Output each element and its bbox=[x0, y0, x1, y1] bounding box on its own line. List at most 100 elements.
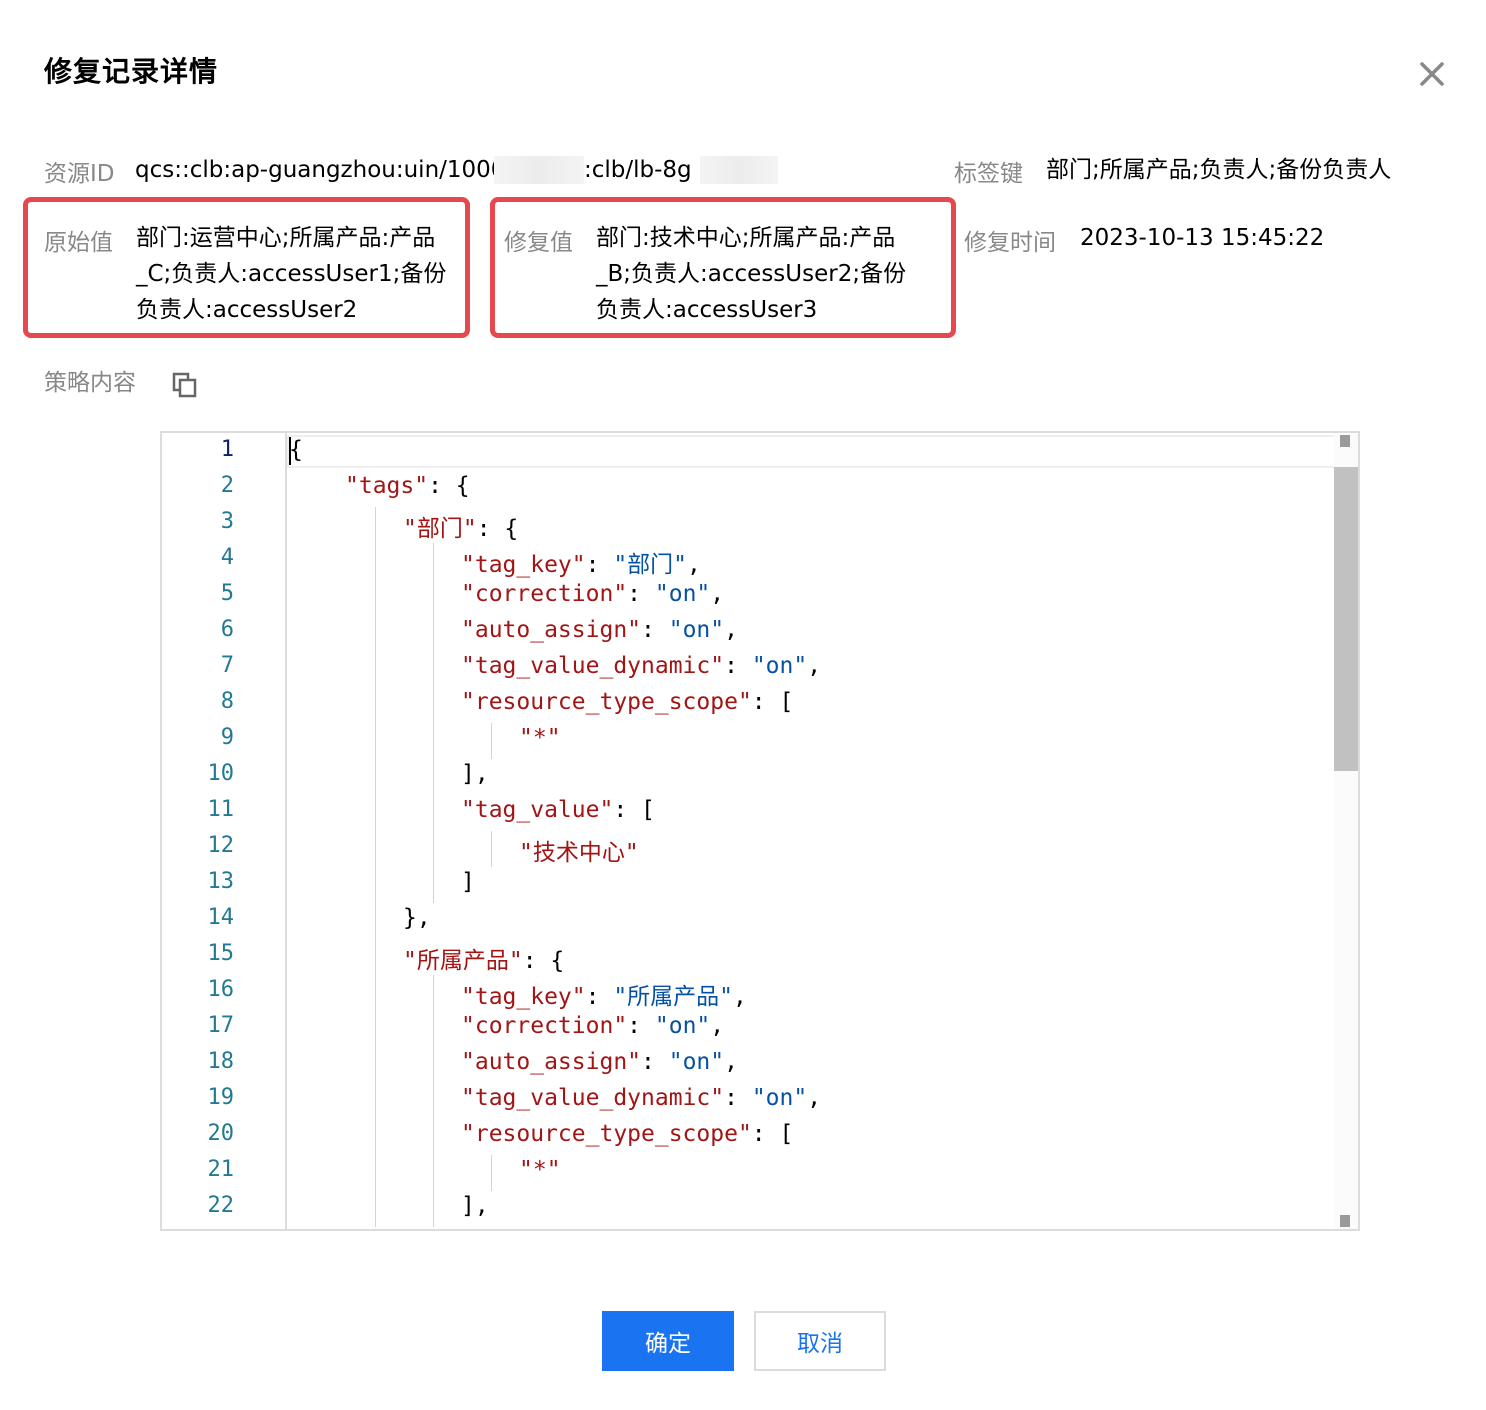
indent-guide bbox=[433, 723, 434, 759]
line-number: 19 bbox=[207, 1085, 235, 1110]
fixed-value-line: _B;负责人:accessUser2;备份 bbox=[596, 261, 907, 287]
json-string-token: "on" bbox=[668, 1049, 725, 1075]
json-key-token: "部门" bbox=[403, 516, 477, 542]
json-punct-token: , bbox=[724, 617, 738, 643]
line-number: 9 bbox=[220, 725, 234, 750]
json-string-token: "on" bbox=[668, 617, 725, 643]
line-number: 21 bbox=[207, 1157, 235, 1182]
indent-guide bbox=[375, 867, 376, 903]
code-line: "tag_key": "所属产品", bbox=[461, 977, 747, 1011]
code-line: "技术中心" bbox=[519, 833, 639, 867]
scroll-up-arrow[interactable] bbox=[1340, 435, 1350, 447]
indent-guide bbox=[375, 543, 376, 579]
current-line-highlight bbox=[287, 435, 1357, 468]
copy-button[interactable] bbox=[172, 372, 198, 398]
json-punct-token: ] bbox=[461, 869, 475, 895]
code-line: "tag_value_dynamic": "on", bbox=[461, 653, 821, 679]
line-number: 13 bbox=[207, 869, 235, 894]
indent-guide bbox=[433, 1011, 434, 1047]
line-number: 4 bbox=[220, 545, 234, 570]
indent-guide bbox=[375, 1011, 376, 1047]
json-punct-token: : { bbox=[522, 948, 565, 974]
indent-guide bbox=[375, 831, 376, 867]
code-line: "auto_assign": "on", bbox=[461, 617, 738, 643]
repair-record-dialog: 修复记录详情 资源ID qcs::clb:ap-guangzhou:uin/10… bbox=[0, 0, 1486, 1410]
indent-guide bbox=[491, 831, 492, 867]
original-value-label: 原始值 bbox=[44, 230, 113, 256]
line-number: 20 bbox=[207, 1121, 235, 1146]
editor-scrollbar[interactable] bbox=[1334, 433, 1358, 1229]
json-punct-token: }, bbox=[403, 905, 431, 931]
indent-guide bbox=[433, 1119, 434, 1155]
indent-guide bbox=[375, 759, 376, 795]
indent-guide bbox=[491, 1155, 492, 1191]
fixed-value-line: 负责人:accessUser3 bbox=[596, 297, 818, 323]
json-string-token: "on" bbox=[751, 1085, 808, 1111]
indent-guide bbox=[375, 975, 376, 1011]
code-line: "correction": "on", bbox=[461, 1013, 724, 1039]
code-line: "tag_key": "部门", bbox=[461, 545, 701, 579]
close-button[interactable] bbox=[1414, 56, 1450, 92]
resource-id-value-part1: qcs::clb:ap-guangzhou:uin/10002 bbox=[135, 157, 521, 183]
indent-guide bbox=[433, 759, 434, 795]
json-key-token: "tag_value_dynamic" bbox=[461, 653, 725, 679]
fixed-value-line: 部门:技术中心;所属产品:产品 bbox=[596, 225, 896, 251]
line-number: 18 bbox=[207, 1049, 235, 1074]
code-line: { bbox=[289, 437, 303, 463]
fix-time-label: 修复时间 bbox=[964, 230, 1056, 256]
tag-key-value: 部门;所属产品;负责人;备份负责人 bbox=[1046, 157, 1392, 183]
json-punct-token: , bbox=[687, 552, 701, 578]
indent-guide bbox=[433, 867, 434, 903]
code-line: "tags": { bbox=[345, 473, 470, 499]
line-number: 10 bbox=[207, 761, 235, 786]
policy-content-label: 策略内容 bbox=[44, 370, 136, 396]
code-line: "auto_assign": "on", bbox=[461, 1049, 738, 1075]
json-punct-token: , bbox=[807, 653, 822, 679]
indent-guide bbox=[433, 1155, 434, 1191]
indent-guide bbox=[433, 1191, 434, 1227]
indent-guide bbox=[433, 795, 434, 831]
json-string-token: "所属产品" bbox=[613, 984, 734, 1010]
json-punct-token: : bbox=[585, 984, 614, 1010]
cancel-button[interactable]: 取消 bbox=[754, 1311, 886, 1371]
indent-guide bbox=[375, 903, 376, 939]
fix-time-value: 2023-10-13 15:45:22 bbox=[1080, 225, 1325, 251]
json-key-token: "技术中心" bbox=[519, 840, 639, 866]
code-line: "所属产品": { bbox=[403, 941, 564, 975]
resource-id-value-part2: :clb/lb-8g bbox=[584, 157, 692, 183]
line-number: 2 bbox=[220, 473, 234, 498]
json-key-token: "*" bbox=[519, 1157, 561, 1183]
indent-guide bbox=[433, 975, 434, 1011]
json-punct-token: , bbox=[710, 581, 725, 607]
json-punct-token: : bbox=[627, 581, 655, 607]
json-key-token: "auto_assign" bbox=[461, 617, 642, 643]
indent-guide bbox=[375, 795, 376, 831]
text-cursor bbox=[289, 437, 291, 465]
line-number: 17 bbox=[207, 1013, 235, 1038]
scroll-down-arrow[interactable] bbox=[1340, 1215, 1350, 1227]
code-line: ] bbox=[461, 869, 475, 895]
indent-guide bbox=[375, 1083, 376, 1119]
indent-guide bbox=[375, 1119, 376, 1155]
line-number: 12 bbox=[207, 833, 235, 858]
json-key-token: "auto_assign" bbox=[461, 1049, 642, 1075]
scrollbar-thumb[interactable] bbox=[1334, 467, 1358, 771]
indent-guide bbox=[375, 579, 376, 615]
policy-code-editor[interactable]: 1 2 3 4 5 6 7 8 9 10 11 12 13 14 15 16 17 18 19 20 21 22 {"ta… bbox=[160, 431, 1360, 1231]
redacted-mask bbox=[494, 156, 584, 184]
json-key-token: "tag_key" bbox=[461, 552, 586, 578]
json-punct-token: ], bbox=[461, 761, 489, 787]
indent-guide bbox=[375, 1191, 376, 1227]
code-line: ], bbox=[461, 761, 489, 787]
line-number: 6 bbox=[220, 617, 234, 642]
line-number: 5 bbox=[220, 581, 234, 606]
code-line: "tag_value": [ bbox=[461, 797, 655, 823]
json-key-token: "tag_key" bbox=[461, 984, 586, 1010]
copy-icon bbox=[172, 372, 197, 398]
line-number: 1 bbox=[220, 437, 234, 462]
line-number: 14 bbox=[207, 905, 235, 930]
original-value-text: 部门:运营中心;所属产品:产品 _C;负责人:accessUser1;备份 负责… bbox=[136, 220, 446, 328]
confirm-button[interactable]: 确定 bbox=[602, 1311, 734, 1371]
indent-guide bbox=[375, 687, 376, 723]
indent-guide bbox=[375, 507, 376, 543]
